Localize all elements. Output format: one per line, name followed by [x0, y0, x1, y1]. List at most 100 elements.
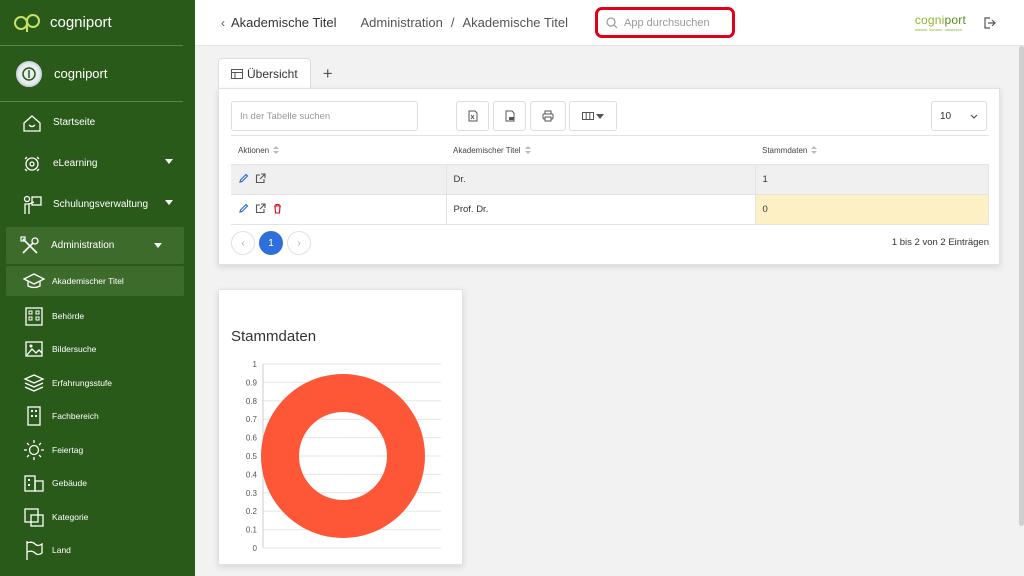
sidebar-brand[interactable]: cogniport: [0, 0, 183, 46]
open-external-icon[interactable]: [255, 172, 266, 184]
export-excel-button[interactable]: [456, 101, 489, 131]
chevron-down-icon: [165, 200, 173, 205]
column-header-akademischer-titel[interactable]: Akademischer Titel: [446, 135, 755, 165]
user-name: cogniport: [54, 66, 108, 81]
logout-icon[interactable]: [982, 16, 996, 30]
column-header-stammdaten[interactable]: Stammdaten: [755, 135, 989, 165]
sub-item-behoerde[interactable]: Behörde: [0, 299, 195, 333]
main-menu: Startseite eLearning Schulungsverwaltung…: [0, 102, 195, 264]
category-icon: [22, 505, 46, 529]
breadcrumb-administration[interactable]: Administration: [361, 15, 443, 30]
add-tab-button[interactable]: +: [311, 58, 345, 89]
menu-item-startseite[interactable]: Startseite: [0, 102, 195, 143]
sub-label: Feiertag: [52, 444, 84, 455]
y-tick-label: 0: [253, 544, 258, 553]
y-tick-label: 0.8: [246, 397, 258, 406]
sort-icon: [273, 146, 280, 155]
table-header-row: Aktionen Akademischer Titel Stammdaten: [231, 135, 989, 165]
y-tick-label: 0.7: [246, 415, 258, 424]
y-tick-label: 0.3: [246, 489, 258, 498]
flag-icon: [22, 538, 46, 562]
home-icon: [20, 111, 44, 135]
sub-item-gebaeude[interactable]: Gebäude: [0, 467, 195, 501]
administration-submenu: Akademischer Titel Behörde Bildersuche E…: [0, 266, 195, 567]
elearning-icon: [20, 152, 44, 176]
page-size-value: 10: [940, 110, 952, 122]
page-size-select[interactable]: 10: [931, 101, 987, 131]
sub-item-feiertag[interactable]: Feiertag: [0, 433, 195, 467]
sub-item-land[interactable]: Land: [0, 534, 195, 568]
pagination: ‹ 1 ›: [231, 231, 311, 255]
back-button[interactable]: ‹: [221, 16, 225, 30]
sidebar: cogniport cogniport Startseite eLearning…: [0, 0, 195, 576]
table-icon: [231, 69, 243, 79]
open-external-icon[interactable]: [255, 202, 266, 214]
sub-item-akademischer-titel[interactable]: Akademischer Titel: [6, 266, 184, 296]
column-header-label: Stammdaten: [762, 145, 808, 155]
y-tick-label: 0.9: [246, 378, 258, 387]
sun-icon: [22, 438, 46, 462]
export-pdf-button[interactable]: [493, 101, 526, 131]
chart-card: Stammdaten 1 0.9 0.8 0.7 0.6 0.5 0.4 0.3 0.2 0.1 0: [218, 289, 463, 565]
column-header-label: Akademischer Titel: [453, 145, 521, 155]
sub-label: Land: [52, 545, 71, 556]
cell-stammdaten: 1: [755, 164, 989, 195]
data-table: Aktionen Akademischer Titel Stammdaten D…: [231, 135, 989, 225]
sub-item-bildersuche[interactable]: Bildersuche: [0, 333, 195, 367]
menu-item-elearning[interactable]: eLearning: [0, 143, 195, 184]
table-search-input[interactable]: In der Tabelle suchen: [231, 101, 418, 131]
image-icon: [22, 337, 46, 361]
breadcrumb-current: Akademische Titel: [462, 15, 569, 30]
sub-label: Bildersuche: [52, 344, 97, 355]
print-icon: [542, 110, 554, 122]
office-icon: [22, 404, 46, 428]
sub-item-erfahrungsstufe[interactable]: Erfahrungsstufe: [0, 366, 195, 400]
sub-label: Erfahrungsstufe: [52, 377, 113, 388]
cell-titel: Dr.: [446, 164, 756, 195]
avatar: [16, 60, 42, 87]
y-tick-label: 0.2: [246, 507, 258, 516]
search-placeholder: App durchsuchen: [624, 16, 710, 29]
tab-uebersicht[interactable]: Übersicht: [218, 58, 311, 89]
y-tick-label: 0.5: [246, 452, 258, 461]
edit-icon[interactable]: [238, 203, 249, 214]
pagination-next-button[interactable]: ›: [287, 231, 311, 255]
column-header-aktionen[interactable]: Aktionen: [231, 135, 446, 165]
breadcrumb: Administration / Akademische Titel: [361, 15, 569, 30]
user-profile[interactable]: cogniport: [0, 46, 183, 102]
row-actions: [231, 164, 447, 195]
sort-icon: [811, 146, 818, 155]
menu-label: Schulungsverwaltung: [53, 199, 149, 210]
building-icon: [22, 304, 46, 328]
pagination-prev-button[interactable]: ‹: [231, 231, 255, 255]
pagination-info: 1 bis 2 von 2 Einträgen: [891, 237, 989, 248]
edit-icon[interactable]: [238, 173, 249, 184]
menu-item-schulungsverwaltung[interactable]: Schulungsverwaltung: [0, 184, 195, 225]
app-search-input[interactable]: App durchsuchen: [595, 7, 735, 38]
brand-word-a: cogni: [914, 13, 945, 27]
caret-down-icon: [596, 114, 604, 119]
brand-name: cogniport: [50, 14, 112, 31]
training-icon: [20, 193, 44, 217]
pagination-page-1[interactable]: 1: [259, 231, 283, 255]
sort-icon: [524, 146, 531, 155]
excel-icon: [468, 110, 477, 122]
cell-stammdaten: 0: [755, 194, 989, 225]
table-row[interactable]: Prof. Dr. 0: [231, 194, 989, 225]
cell-titel: Prof. Dr.: [446, 194, 756, 225]
column-visibility-button[interactable]: [569, 101, 617, 131]
delete-icon[interactable]: [272, 203, 283, 214]
scrollbar[interactable]: [1019, 46, 1024, 526]
row-actions: [231, 194, 447, 225]
doughnut-chart: 1 0.9 0.8 0.7 0.6 0.5 0.4 0.3 0.2 0.1 0: [246, 360, 441, 553]
sub-item-kategorie[interactable]: Kategorie: [0, 500, 195, 534]
print-button[interactable]: [530, 101, 566, 131]
chevron-down-icon: [165, 159, 173, 164]
sub-item-fachbereich[interactable]: Fachbereich: [0, 400, 195, 434]
sub-label: Akademischer Titel: [52, 276, 124, 286]
sub-label: Kategorie: [52, 511, 89, 522]
menu-label: eLearning: [53, 158, 98, 169]
table-card: In der Tabelle suchen 10 Aktionen Akadem…: [218, 88, 1000, 265]
menu-item-administration[interactable]: Administration: [6, 227, 184, 264]
table-row[interactable]: Dr. 1: [231, 164, 989, 195]
